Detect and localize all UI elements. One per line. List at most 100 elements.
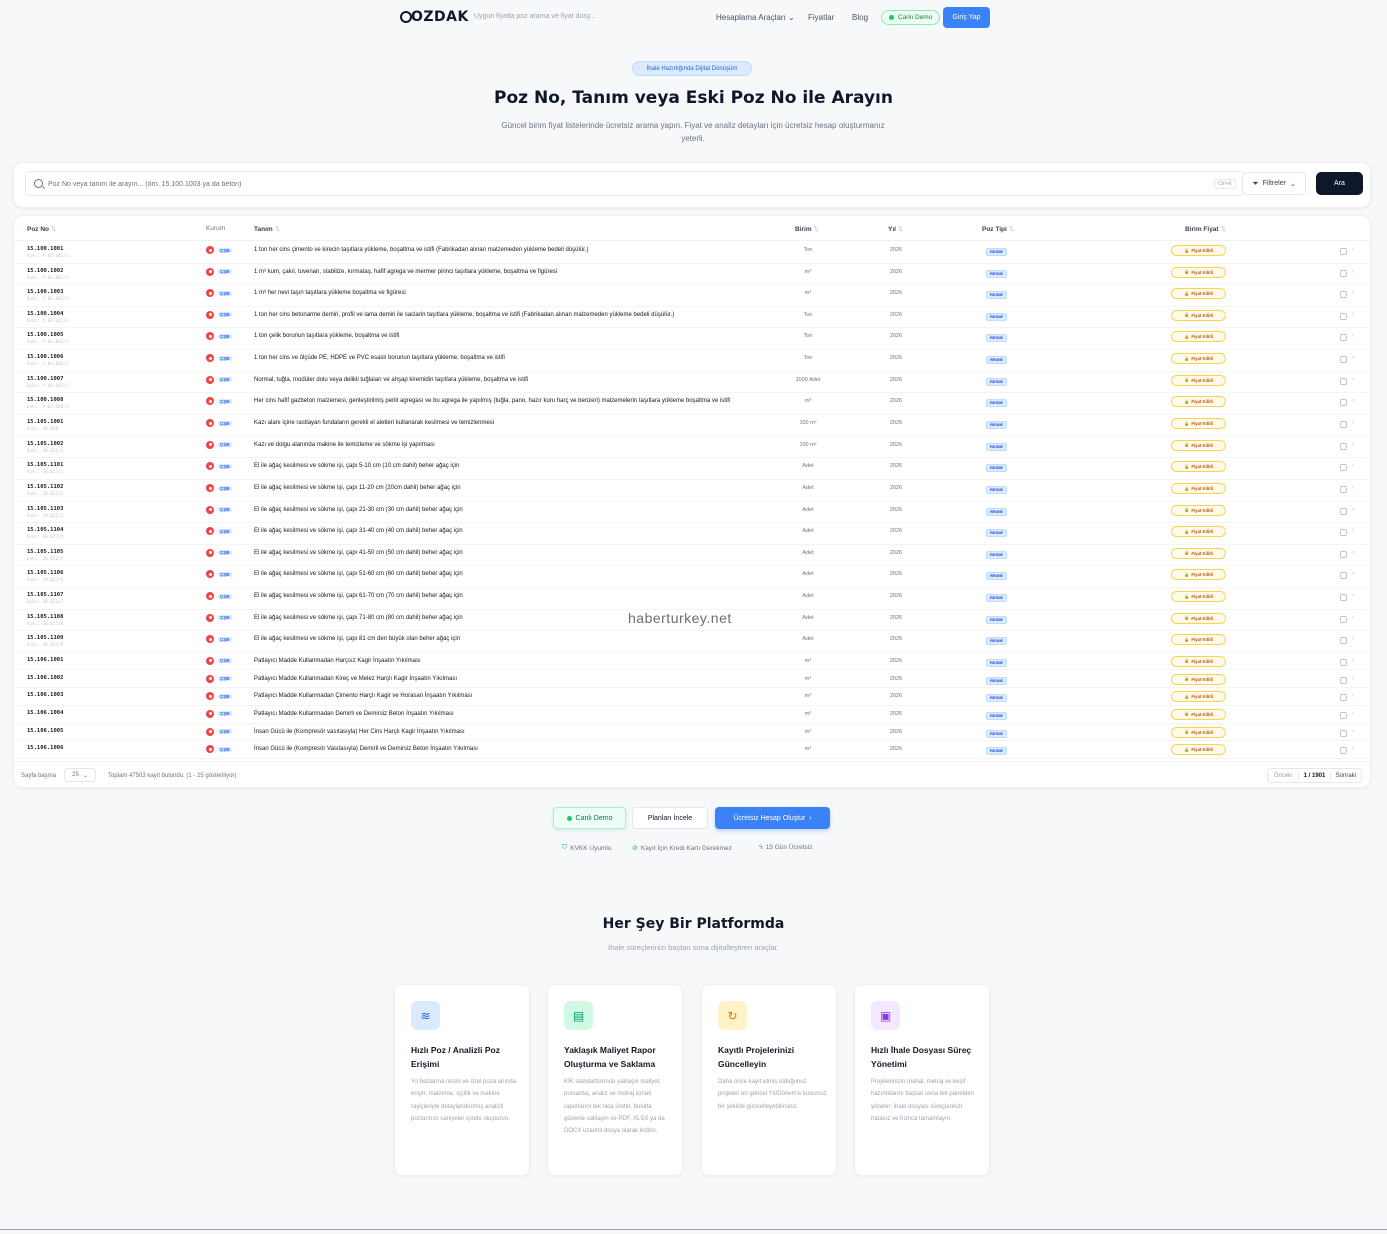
table-row[interactable]: 15.106.1004 ÇŞB Patlayıcı Madde Kullanmada…	[14, 706, 1370, 724]
price-locked-badge[interactable]: 🔒 Fiyat Kilitli	[1171, 673, 1226, 685]
chevron-right-icon[interactable]: ›	[1352, 268, 1354, 275]
live-demo-pill[interactable]: Canlı Demo	[881, 10, 941, 25]
table-row[interactable]: 15.105.1102 Eski: 20.022/2 ÇŞB El ile ağaç …	[14, 480, 1370, 502]
copy-icon[interactable]	[1340, 486, 1347, 493]
poz-code[interactable]: 15.105.1001	[27, 419, 63, 425]
table-row[interactable]: 15.100.1008 Eski: Y.03.018/1 ÇŞB Her cins h…	[14, 393, 1370, 416]
copy-icon[interactable]	[1340, 399, 1347, 407]
chevron-right-icon[interactable]: ›	[1352, 657, 1354, 664]
price-locked-badge[interactable]: 🔒 Fiyat Kilitli	[1171, 439, 1226, 451]
table-row[interactable]: 15.105.1107 Eski: 20.022/7 ÇŞB El ile ağaç …	[14, 588, 1370, 610]
price-locked-badge[interactable]: 🔒 Fiyat Kilitli	[1171, 744, 1226, 756]
search-button[interactable]: Ara	[1316, 172, 1363, 195]
price-locked-badge[interactable]: 🔒 Fiyat Kilitli	[1171, 374, 1226, 386]
table-row[interactable]: 15.100.1006 Eski: Y.03.016/1 ÇŞB 1 ton her …	[14, 350, 1370, 372]
table-row[interactable]: 15.106.1001 ÇŞB Patlayıcı Madde Kullanmada…	[14, 653, 1370, 671]
search-input[interactable]	[48, 176, 1198, 192]
copy-icon[interactable]	[1340, 356, 1347, 363]
copy-icon[interactable]	[1340, 377, 1347, 385]
cta-signup-button[interactable]: Ücretsiz Hesap Oluştur ›	[715, 807, 830, 829]
price-locked-badge[interactable]: 🔒 Fiyat Kilitli	[1171, 708, 1226, 720]
table-row[interactable]: 15.100.1003 Eski: Y.03.003/1 ÇŞB 1 m³ her n…	[14, 285, 1370, 307]
poz-code[interactable]: 15.100.1002	[27, 268, 63, 274]
copy-icon[interactable]	[1340, 248, 1347, 255]
table-row[interactable]: 15.106.1003 ÇŞB Patlayıcı Madde Kullanmada…	[14, 688, 1370, 706]
page-size-select[interactable]: 25 ⌄	[64, 768, 96, 782]
price-locked-badge[interactable]: 🔒 Fiyat Kilitli	[1171, 396, 1226, 408]
price-locked-badge[interactable]: 🔒 Fiyat Kilitli	[1171, 309, 1226, 321]
copy-icon[interactable]	[1340, 676, 1347, 684]
chevron-right-icon[interactable]: ›	[1352, 376, 1354, 383]
price-locked-badge[interactable]: 🔒 Fiyat Kilitli	[1171, 655, 1226, 667]
table-row[interactable]: 15.105.1106 Eski: 20.022/6 ÇŞB El ile ağaç …	[14, 566, 1370, 588]
chevron-right-icon[interactable]: ›	[1352, 527, 1354, 534]
table-row[interactable]: 15.106.1006 ÇŞB İnsan Gücü ile (Kompresör …	[14, 741, 1370, 759]
price-locked-badge[interactable]: 🔒 Fiyat Kilitli	[1171, 483, 1226, 494]
poz-code[interactable]: 15.106.1001	[27, 657, 63, 663]
logo[interactable]: OZDAK	[400, 9, 469, 25]
chevron-right-icon[interactable]: ›	[1352, 635, 1354, 642]
chevron-right-icon[interactable]: ›	[1352, 441, 1354, 448]
chevron-right-icon[interactable]: ›	[1352, 549, 1354, 556]
price-locked-badge[interactable]: 🔒 Fiyat Kilitli	[1171, 691, 1226, 703]
price-locked-badge[interactable]: 🔒 Fiyat Kilitli	[1171, 612, 1226, 624]
table-row[interactable]: 15.100.1002 Eski: Y.03.002/1 ÇŞB 1 m³ kum, …	[14, 264, 1370, 286]
copy-icon[interactable]	[1340, 711, 1347, 719]
table-row[interactable]: 15.105.1002 Eski: 20.021/1 ÇŞB Kazı ve dolg…	[14, 437, 1370, 459]
table-row[interactable]: 15.100.1001 Eski: Y.03.001/1 ÇŞB 1 ton her …	[14, 242, 1370, 264]
poz-code[interactable]: 15.105.1103	[27, 506, 63, 512]
poz-code[interactable]: 15.105.1104	[27, 527, 63, 533]
poz-code[interactable]: 15.105.1106	[27, 570, 63, 576]
copy-icon[interactable]	[1340, 729, 1347, 737]
poz-code[interactable]: 15.106.1003	[27, 692, 63, 698]
price-locked-badge[interactable]: 🔒 Fiyat Kilitli	[1171, 331, 1226, 343]
table-row[interactable]: 15.105.1103 Eski: 20.022/3 ÇŞB El ile ağaç …	[14, 502, 1370, 524]
poz-code[interactable]: 15.100.1007	[27, 376, 63, 382]
price-locked-badge[interactable]: 🔒 Fiyat Kilitli	[1171, 418, 1226, 430]
price-locked-badge[interactable]: 🔒 Fiyat Kilitli	[1171, 591, 1226, 602]
th-poz-no[interactable]: Poz No ⇅	[27, 225, 56, 233]
chevron-right-icon[interactable]: ›	[1352, 506, 1354, 513]
copy-icon[interactable]	[1340, 312, 1347, 320]
poz-code[interactable]: 15.105.1101	[27, 462, 63, 468]
copy-icon[interactable]	[1340, 572, 1347, 580]
chevron-right-icon[interactable]: ›	[1352, 332, 1354, 339]
nav-link-blog[interactable]: Blog	[852, 13, 868, 22]
poz-code[interactable]: 15.106.1004	[27, 710, 63, 716]
chevron-right-icon[interactable]: ›	[1352, 397, 1354, 404]
copy-icon[interactable]	[1340, 269, 1347, 277]
th-yil[interactable]: Yıl ⇅	[888, 225, 903, 233]
copy-icon[interactable]	[1340, 334, 1347, 342]
copy-icon[interactable]	[1340, 550, 1347, 558]
next-page-button[interactable]: Sonraki	[1331, 773, 1361, 779]
copy-icon[interactable]	[1340, 747, 1347, 755]
poz-code[interactable]: 15.100.1003	[27, 289, 63, 295]
poz-code[interactable]: 15.106.1006	[27, 745, 63, 751]
th-tanim[interactable]: Tanım ⇅	[254, 225, 280, 233]
price-locked-badge[interactable]: 🔒 Fiyat Kilitli	[1171, 266, 1226, 278]
table-row[interactable]: 15.100.1007 Eski: Y.03.017/1 ÇŞB Normal, tu…	[14, 372, 1370, 394]
poz-code[interactable]: 15.105.1107	[27, 592, 63, 598]
filters-button[interactable]: ⏷ Filtreler ⌄	[1242, 172, 1306, 195]
chevron-right-icon[interactable]: ›	[1352, 289, 1354, 296]
table-row[interactable]: 15.105.1105 Eski: 20.022/5 ÇŞB El ile ağaç …	[14, 545, 1370, 567]
poz-code[interactable]: 15.105.1102	[27, 484, 63, 490]
chevron-right-icon[interactable]: ›	[1352, 675, 1354, 682]
price-locked-badge[interactable]: 🔒 Fiyat Kilitli	[1171, 569, 1226, 581]
table-row[interactable]: 15.105.1001 Eski: 20.020 ÇŞB Kazı alanı içi…	[14, 415, 1370, 437]
copy-icon[interactable]	[1340, 658, 1347, 666]
price-locked-badge[interactable]: 🔒 Fiyat Kilitli	[1171, 526, 1226, 538]
poz-code[interactable]: 15.105.1002	[27, 441, 63, 447]
copy-icon[interactable]	[1340, 464, 1347, 472]
chevron-right-icon[interactable]: ›	[1352, 246, 1354, 253]
poz-code[interactable]: 15.100.1006	[27, 354, 63, 360]
poz-code[interactable]: 15.105.1109	[27, 635, 63, 641]
copy-icon[interactable]	[1340, 615, 1347, 623]
prev-page-button[interactable]: Önceki	[1268, 773, 1298, 779]
chevron-right-icon[interactable]: ›	[1352, 462, 1354, 469]
login-button[interactable]: Giriş Yap	[943, 7, 990, 28]
price-locked-badge[interactable]: 🔒 Fiyat Kilitli	[1171, 245, 1226, 256]
copy-icon[interactable]	[1340, 594, 1347, 601]
nav-link-tools[interactable]: Hesaplama Araçları ⌄	[716, 13, 795, 22]
cta-demo-button[interactable]: Canlı Demo	[553, 807, 626, 829]
